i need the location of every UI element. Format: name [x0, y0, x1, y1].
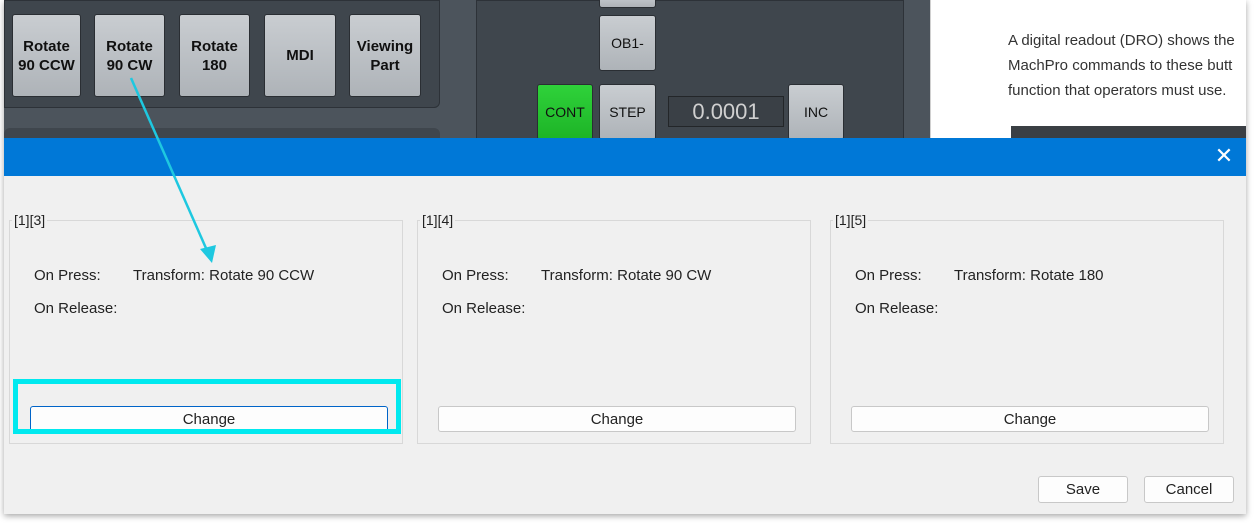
save-button[interactable]: Save	[1038, 476, 1128, 503]
button-group-1-3: [1][3] On Press: Transform: Rotate 90 CC…	[9, 212, 403, 444]
button-group-1-4: [1][4] On Press: Transform: Rotate 90 CW…	[417, 212, 811, 444]
top-partial-button[interactable]	[599, 0, 656, 8]
document-text: A digital readout (DRO) shows the MachPr…	[1008, 28, 1246, 103]
step-button[interactable]: STEP	[599, 84, 656, 140]
dialog-body: [1][3] On Press: Transform: Rotate 90 CC…	[4, 176, 1246, 514]
document-panel: A digital readout (DRO) shows the MachPr…	[930, 0, 1246, 140]
inc-button[interactable]: INC	[788, 84, 844, 140]
group-legend: [1][3]	[12, 212, 48, 228]
on-release-label: On Release:	[34, 300, 118, 317]
group-legend: [1][4]	[420, 212, 456, 228]
cont-button[interactable]: CONT	[537, 84, 593, 140]
ob1-minus-button[interactable]: OB1-	[599, 15, 656, 71]
rotate-90-ccw-button[interactable]: Rotate 90 CCW	[12, 14, 81, 97]
on-press-value: Transform: Rotate 90 CW	[541, 267, 712, 284]
on-press-value: Transform: Rotate 90 CCW	[133, 267, 315, 284]
document-line: A digital readout (DRO) shows the	[1008, 32, 1235, 49]
viewing-part-button[interactable]: Viewing Part	[349, 14, 421, 97]
change-button[interactable]: Change	[30, 406, 388, 432]
button-group-1-5: [1][5] On Press: Transform: Rotate 180 O…	[830, 212, 1224, 444]
rotate-90-cw-button[interactable]: Rotate 90 CW	[94, 14, 165, 97]
on-release-label: On Release:	[442, 300, 526, 317]
change-button[interactable]: Change	[851, 406, 1209, 432]
on-press-label: On Press:	[442, 267, 509, 284]
rotate-180-button[interactable]: Rotate 180	[179, 14, 250, 97]
dialog-titlebar: ✕	[4, 138, 1246, 176]
screenshot-frame: Rotate 90 CCW Rotate 90 CW Rotate 180 MD…	[4, 0, 1246, 514]
change-button[interactable]: Change	[438, 406, 796, 432]
close-icon[interactable]: ✕	[1214, 145, 1234, 167]
group-legend: [1][5]	[833, 212, 869, 228]
increment-readout: 0.0001	[668, 96, 784, 127]
document-line: function that operators must use.	[1008, 82, 1227, 99]
on-press-value: Transform: Rotate 180	[954, 267, 1104, 284]
mdi-button[interactable]: MDI	[264, 14, 336, 97]
on-press-label: On Press:	[855, 267, 922, 284]
on-release-label: On Release:	[855, 300, 939, 317]
machine-panel: Rotate 90 CCW Rotate 90 CW Rotate 180 MD…	[4, 0, 930, 148]
document-line: MachPro commands to these butt	[1008, 57, 1233, 74]
cancel-button[interactable]: Cancel	[1144, 476, 1234, 503]
on-press-label: On Press:	[34, 267, 101, 284]
